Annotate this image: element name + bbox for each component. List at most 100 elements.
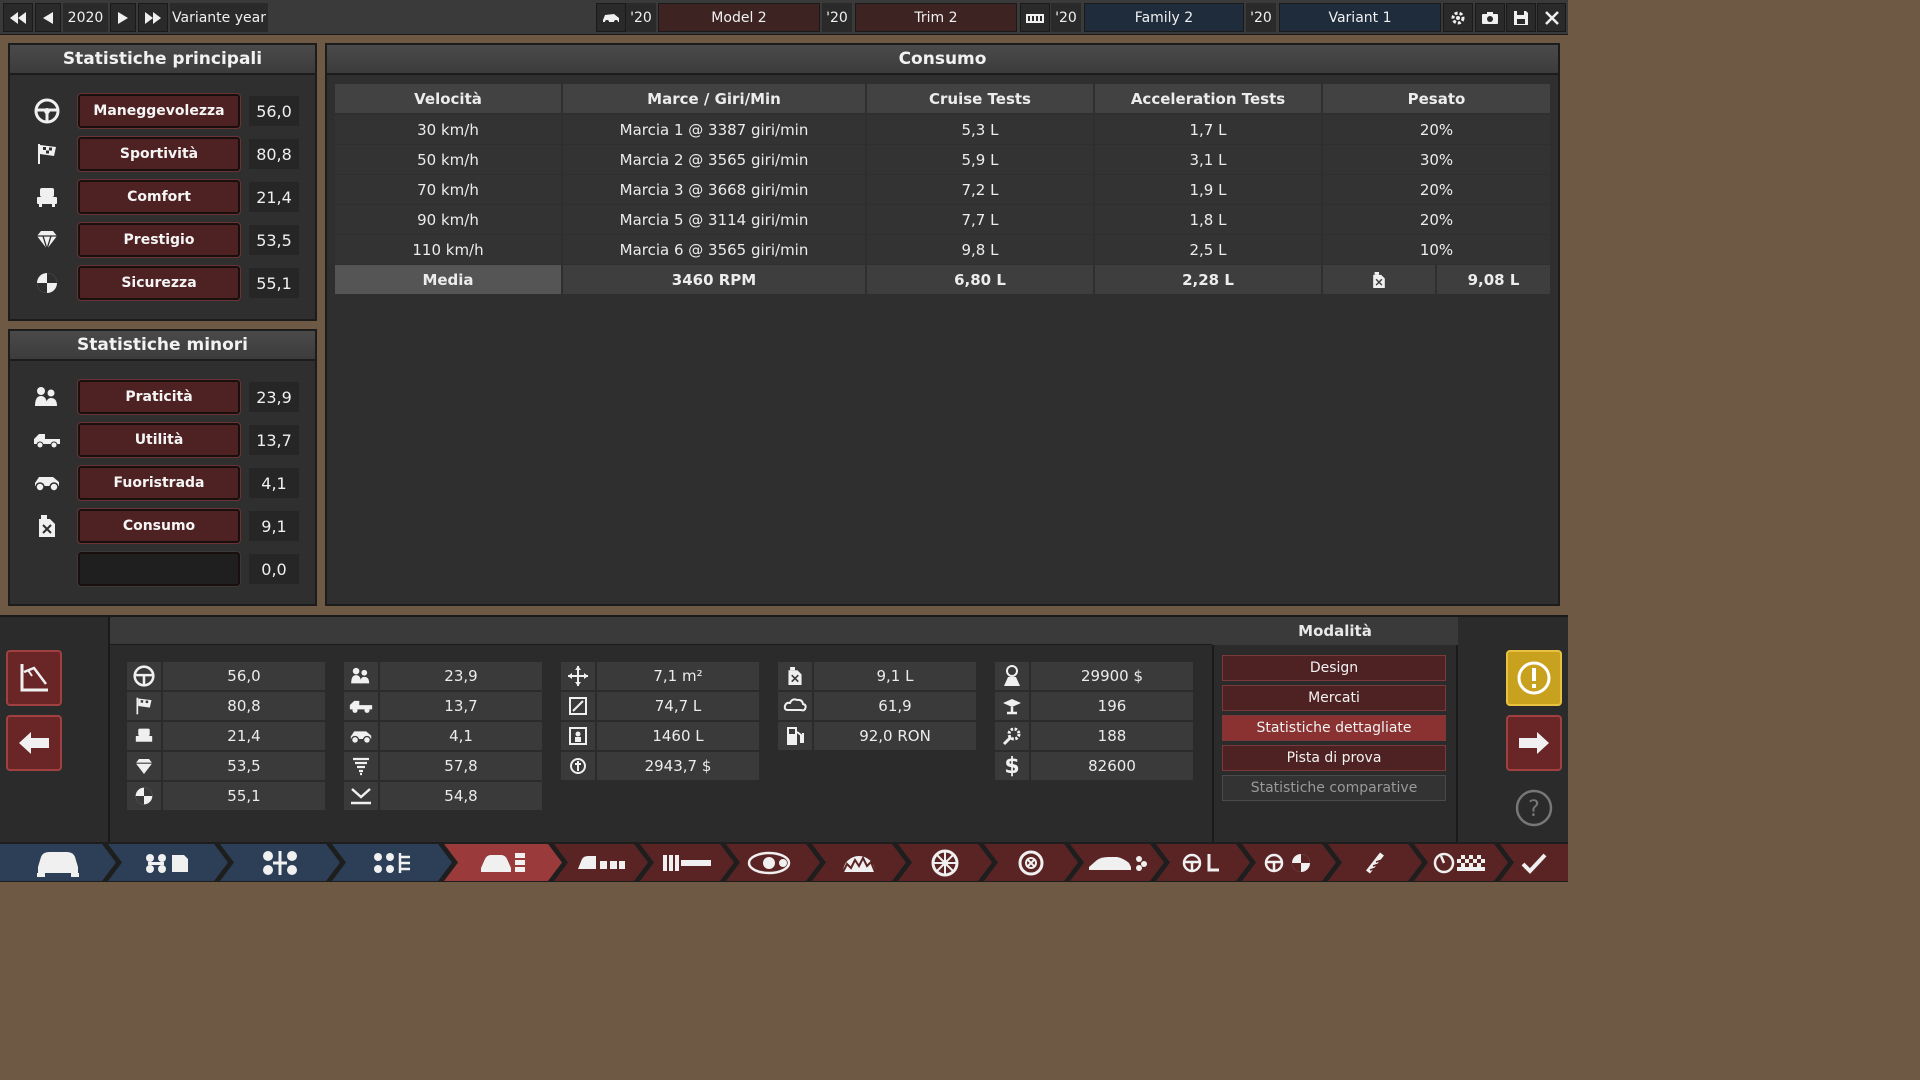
price-tag-person-icon xyxy=(995,662,1029,690)
curve-editor-button[interactable] xyxy=(6,650,62,706)
practicality-value: 23,9 xyxy=(249,382,299,412)
nav-safety[interactable] xyxy=(1242,844,1336,881)
wrench-gear-icon xyxy=(995,722,1029,750)
header-cruise: Cruise Tests xyxy=(867,84,1093,113)
comfort-value: 21,4 xyxy=(249,182,299,212)
nav-lights[interactable] xyxy=(726,844,820,881)
tyre-tread-icon xyxy=(839,852,879,874)
table-cell: 30 km/h xyxy=(335,115,561,144)
mode-test-track-button[interactable]: Pista di prova xyxy=(1222,745,1446,771)
empty-stat-button[interactable] xyxy=(78,552,240,586)
main-stats-title: Statistiche principali xyxy=(10,45,315,75)
passengers-icon xyxy=(344,662,378,690)
table-cell: Marcia 2 @ 3565 giri/min xyxy=(563,145,865,174)
nav-engine-layout[interactable] xyxy=(332,844,452,881)
nav-steering[interactable] xyxy=(1156,844,1250,881)
empty-stat-value: 0,0 xyxy=(249,554,299,584)
nav-brakes[interactable] xyxy=(984,844,1078,881)
summary-offroad: 4,1 xyxy=(380,722,542,750)
next-button[interactable] xyxy=(1506,715,1562,771)
close-icon xyxy=(1545,11,1559,25)
utility-button[interactable]: Utilità xyxy=(78,423,240,457)
trim-selector[interactable]: Trim 2 xyxy=(855,3,1017,32)
summary-emissions: 61,9 xyxy=(814,692,976,720)
settings-button[interactable] xyxy=(1443,3,1473,32)
offroad-button[interactable]: Fuoristrada xyxy=(78,466,240,500)
nav-fixtures[interactable] xyxy=(640,844,734,881)
stat-row-empty: 0,0 xyxy=(30,551,64,587)
next-year-button[interactable] xyxy=(110,3,136,32)
handling-value: 56,0 xyxy=(249,96,299,126)
handling-button[interactable]: Maneggevolezza xyxy=(78,94,240,128)
checkered-flag-icon xyxy=(30,137,64,171)
screenshot-button[interactable] xyxy=(1475,3,1505,32)
steering-wheel-icon xyxy=(127,662,161,690)
table-cell: 50 km/h xyxy=(335,145,561,174)
mode-detailed-stats-button[interactable]: Statistiche dettagliate xyxy=(1222,715,1446,741)
family-selector[interactable]: Family 2 xyxy=(1084,3,1244,32)
variant-selector[interactable]: Variant 1 xyxy=(1279,3,1441,32)
mode-design-button[interactable]: Design xyxy=(1222,655,1446,681)
nav-aerodynamics[interactable] xyxy=(1070,844,1164,881)
stat-row-safety: Sicurezza 55,1 xyxy=(30,265,64,301)
nav-car-model[interactable] xyxy=(0,844,116,881)
nav-car-stats[interactable] xyxy=(444,844,562,881)
area-arrows-icon xyxy=(561,662,595,690)
offroad-icon xyxy=(30,466,64,500)
sportiness-button[interactable]: Sportività xyxy=(78,137,240,171)
offroad-icon xyxy=(344,722,378,750)
steering-crash-test-icon xyxy=(1263,852,1315,874)
table-cell: 20% xyxy=(1323,115,1550,144)
trim-year: '20 xyxy=(822,3,852,32)
steering-gauge-icon xyxy=(1181,852,1225,874)
consumption-table: Velocità Marce / Giri/Min Cruise Tests A… xyxy=(335,84,1550,296)
mode-comparative-stats-button[interactable]: Statistiche comparative xyxy=(1222,775,1446,801)
top-toolbar: 2020 Variante year '20 Model 2 '20 Trim … xyxy=(0,0,1568,35)
table-cell: 20% xyxy=(1323,205,1550,234)
safety-button[interactable]: Sicurezza xyxy=(78,266,240,300)
nav-test-track[interactable] xyxy=(1414,844,1508,881)
car-body-icon xyxy=(35,849,81,877)
prev-year-button[interactable] xyxy=(35,3,61,32)
nav-suspension[interactable] xyxy=(220,844,340,881)
nav-tyres[interactable] xyxy=(812,844,906,881)
table-cell: 5,3 L xyxy=(867,115,1093,144)
fuel-economy-button[interactable]: Consumo xyxy=(78,509,240,543)
fuel-tank-icon xyxy=(561,692,595,720)
reliability-chart-icon xyxy=(344,782,378,810)
warnings-button[interactable] xyxy=(1506,650,1562,706)
first-year-button[interactable] xyxy=(3,3,33,32)
comfort-button[interactable]: Comfort xyxy=(78,180,240,214)
header-gears: Marce / Giri/Min xyxy=(563,84,865,113)
save-button[interactable] xyxy=(1506,3,1536,32)
back-button[interactable] xyxy=(6,715,62,771)
variant-year-label: Variante year xyxy=(170,3,268,32)
summary-sportiness: 80,8 xyxy=(163,692,325,720)
nav-chassis[interactable] xyxy=(108,844,228,881)
nav-finish[interactable] xyxy=(1500,844,1568,881)
stat-row-comfort: Comfort 21,4 xyxy=(30,179,64,215)
design-stage-navbar xyxy=(0,842,1568,882)
model-selector[interactable]: Model 2 xyxy=(658,3,820,32)
table-cell: Marcia 5 @ 3114 giri/min xyxy=(563,205,865,234)
help-button[interactable]: ? xyxy=(1512,786,1556,830)
close-button[interactable] xyxy=(1537,3,1566,32)
service-cost-icon xyxy=(561,752,595,780)
average-weighted: 9,08 L xyxy=(1437,265,1550,294)
last-year-button[interactable] xyxy=(138,3,168,32)
spring-tool-icon xyxy=(1362,850,1388,876)
fast-forward-icon xyxy=(145,12,161,24)
practicality-button[interactable]: Praticità xyxy=(78,380,240,414)
nav-wheels[interactable] xyxy=(898,844,992,881)
prestige-button[interactable]: Prestigio xyxy=(78,223,240,257)
summary-service-cost: 2943,7 $ xyxy=(597,752,759,780)
engine-family-button[interactable] xyxy=(1020,3,1050,32)
headlight-icon xyxy=(747,851,799,875)
car-model-button[interactable] xyxy=(596,3,626,32)
table-cell: 1,9 L xyxy=(1095,175,1321,204)
mode-markets-button[interactable]: Mercati xyxy=(1222,685,1446,711)
nav-interior[interactable] xyxy=(554,844,648,881)
rewind-icon xyxy=(10,12,26,24)
summary-area: 7,1 m² xyxy=(597,662,759,690)
nav-tuning[interactable] xyxy=(1328,844,1422,881)
